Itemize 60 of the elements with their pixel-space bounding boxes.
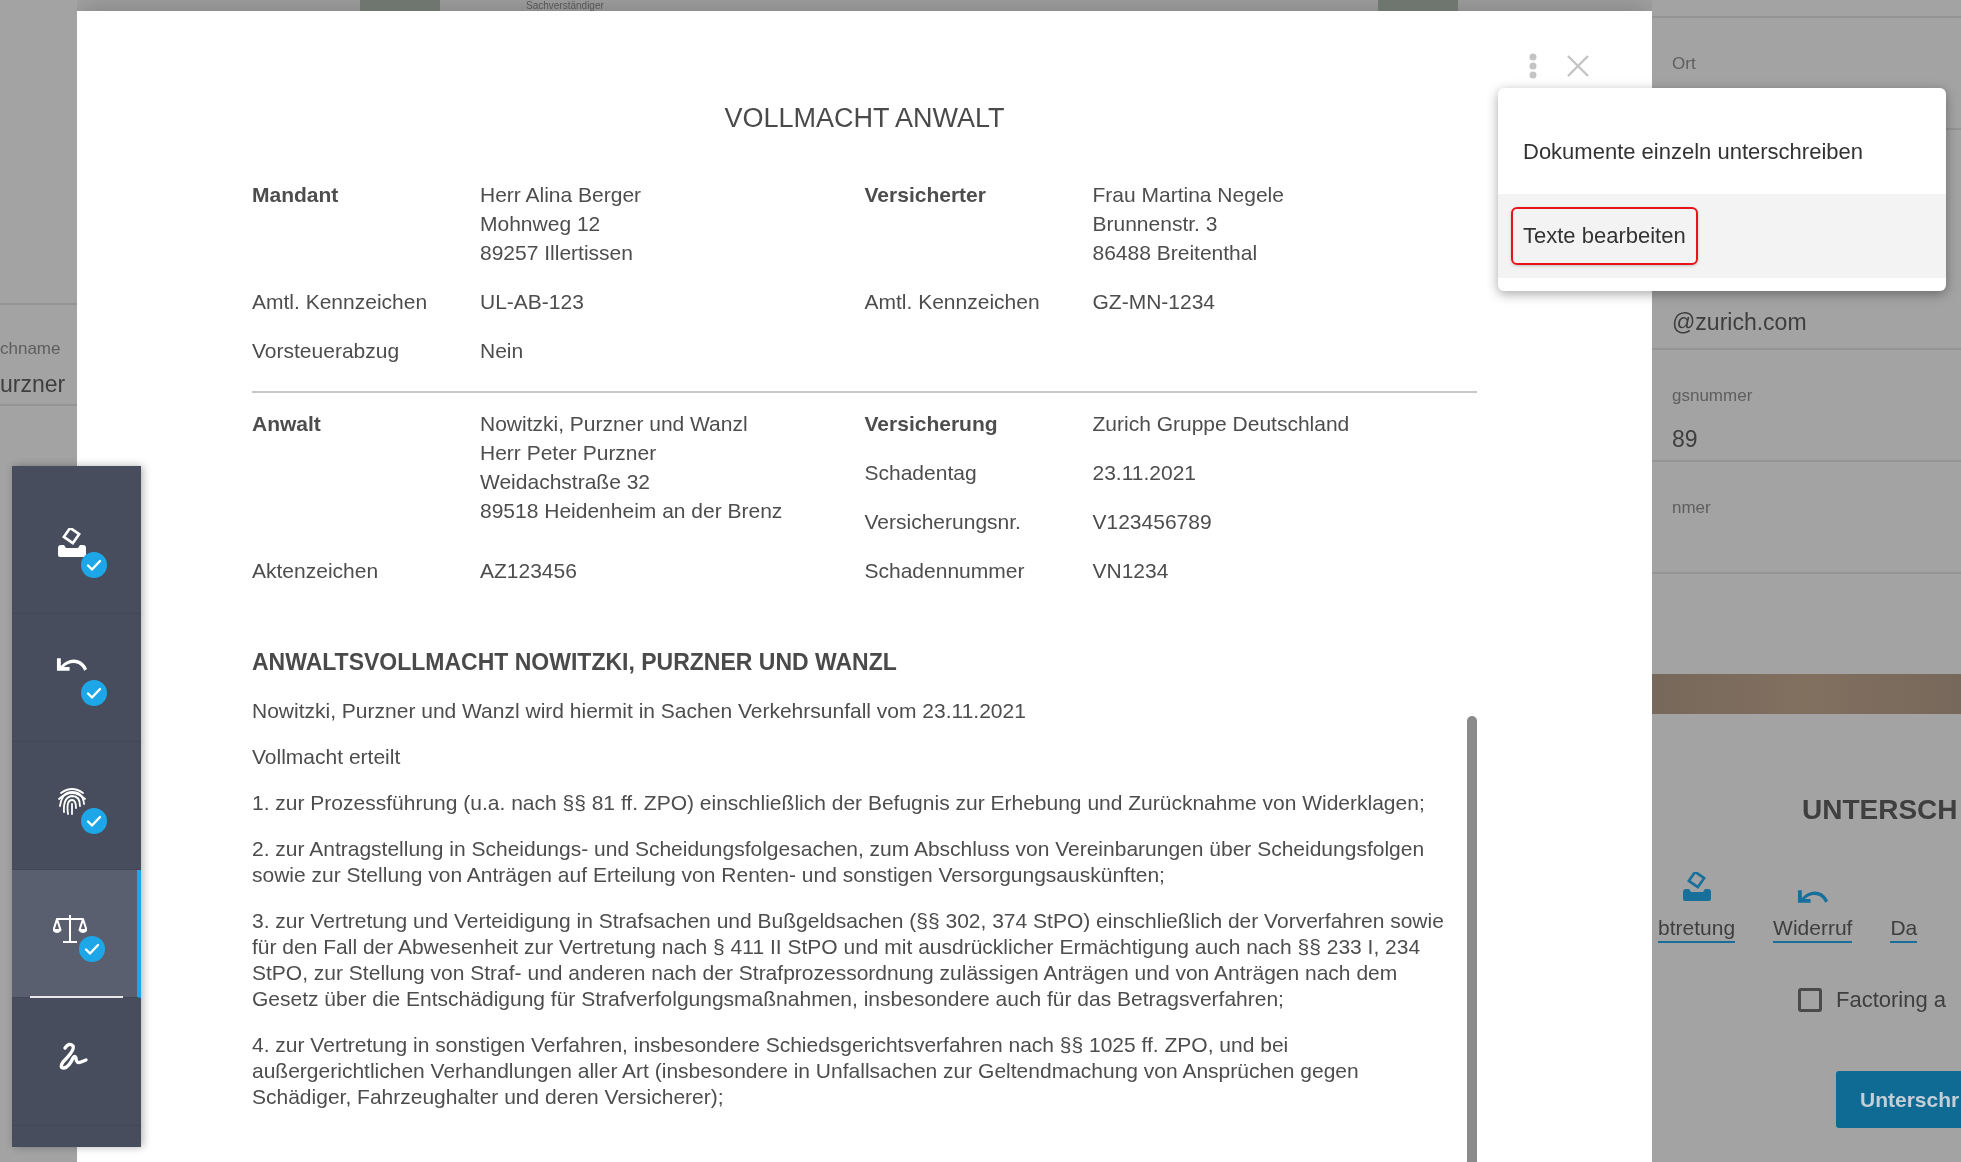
field-label: Vorsteuerabzug	[252, 338, 401, 364]
field-label: Versicherungsnr.	[864, 509, 1022, 535]
field-label: Schadentag	[864, 460, 978, 486]
checkbox-label: Factoring a	[1836, 987, 1947, 1013]
field-label: nmer	[1672, 498, 1712, 518]
field-value: @zurich.com	[1672, 309, 1808, 336]
scrollbar-thumb[interactable]	[1467, 716, 1477, 1162]
field-value: Zurich Gruppe Deutschland	[1092, 411, 1351, 437]
field-value: urzner	[0, 371, 67, 398]
field-value: Nein	[480, 338, 525, 364]
field-label: Sachverständiger	[526, 0, 604, 11]
sign-button[interactable]: Unterschr	[1836, 1071, 1961, 1128]
undo-arrow-icon	[1795, 888, 1830, 906]
document-link[interactable]: btretung	[1658, 916, 1736, 943]
field-value: VN1234	[1092, 558, 1170, 584]
field-label: gsnummer	[1672, 386, 1754, 406]
field-label: Amtl. Kennzeichen	[252, 289, 429, 315]
field-label: Versicherter	[864, 182, 987, 208]
paragraph: 1. zur Prozessführung (u.a. nach §§ 81 ff. ZPO) einschließlich der Befugnis zur Erhebung und Zurücknahme von Widerklagen;	[252, 790, 1426, 816]
field-value: 89	[1672, 426, 1699, 453]
sidebar-tab[interactable]	[12, 870, 141, 998]
paragraph: Nowitzki, Purzner und Wanzl wird hiermit in Sachen Verkehrsunfall vom 23.11.2021	[252, 698, 1027, 724]
paragraph: 2. zur Antragstellung in Scheidungs- und Scheidungsfolgesachen, zum Abschluss von Vereinbarungen über Scheidungsfolgen sowie zur Stellung von Anträgen auf Erteilung von Renten- und sonstigen Versorgungsauskünften;	[252, 836, 1426, 888]
checkbox[interactable]	[1798, 988, 1822, 1012]
section-title: UNTERSCH	[1802, 794, 1959, 826]
field-label: Anwalt	[252, 411, 322, 437]
field-value: 89518 Heidenheim an der Brenz	[480, 498, 784, 524]
paragraph: Vollmacht erteilt	[252, 744, 402, 770]
document-link[interactable]: Widerruf	[1773, 916, 1853, 943]
field-value: 89257 Illertissen	[480, 240, 634, 266]
paragraph: 4. zur Vertretung in sonstigen Verfahren, insbesondere Schiedsgerichtsverfahren nach §§ 1025 ff. ZPO, und bei außergerichtlichen Verhandlungen aller Art (insbesondere in Unfallsachen zur Geltendmachung von Ansprüchen gegen Schädiger, Fahrzeughalter und deren Versicherer);	[252, 1032, 1360, 1110]
field-label: Schadennummer	[864, 558, 1026, 584]
field-value: AZ123456	[480, 558, 578, 584]
more-options-icon[interactable]	[1528, 53, 1538, 79]
field-value: V123456789	[1092, 509, 1213, 535]
menu-item[interactable]: Texte bearbeiten	[1511, 207, 1698, 265]
field-value: UL-AB-123	[480, 289, 585, 315]
field-value: Nowitzki, Purzner und Wanzl	[480, 411, 749, 437]
field-label: Aktenzeichen	[252, 558, 380, 584]
dialog-title: VOLLMACHT ANWALT	[723, 103, 1006, 134]
field-value: Brunnenstr. 3	[1092, 211, 1219, 237]
field-value: 23.11.2021	[1092, 460, 1198, 486]
field-label: Mandant	[252, 182, 340, 208]
field-value: Herr Alina Berger	[480, 182, 643, 208]
field-value: Weidachstraße 32	[480, 469, 652, 495]
field-value: Frau Martina Negele	[1092, 182, 1285, 208]
field-value: GZ-MN-1234	[1092, 289, 1217, 315]
close-icon[interactable]	[1566, 54, 1590, 78]
field-value: 86488 Breitenthal	[1092, 240, 1259, 266]
field-value: Mohnweg 12	[480, 211, 602, 237]
document-link[interactable]: Da	[1890, 916, 1918, 943]
section-heading: ANWALTSVOLLMACHT NOWITZKI, PURZNER UND WANZL	[252, 649, 898, 676]
field-label: Versicherung	[864, 411, 999, 437]
field-label: Ort	[1672, 54, 1697, 74]
field-label: chname	[0, 339, 62, 359]
field-value: Herr Peter Purzner	[480, 440, 658, 466]
field-label: Amtl. Kennzeichen	[864, 289, 1041, 315]
menu-item[interactable]: Dokumente einzeln unterschreiben	[1511, 123, 1875, 181]
paragraph: 3. zur Vertretung und Verteidigung in Strafsachen und Bußgeldsachen (§§ 302, 374 StPO) einschließlich der Vorverfahren sowie für den Fall der Abwesenheit zur Vertretung nach § 411 II StPO und mit ausdrücklicher Ermächtigung auch nach §§ 233 I, 234 StPO, zur Stellung von Straf- und anderen nach der Strafprozessordnung zulässigen Anträgen und von Anträgen nach dem Gesetz über die Entschädigung für Strafverfolgungsmaßnahmen, insbesondere auch für das Betragsverfahren;	[252, 908, 1445, 1012]
undo-arrow-icon	[54, 655, 89, 674]
